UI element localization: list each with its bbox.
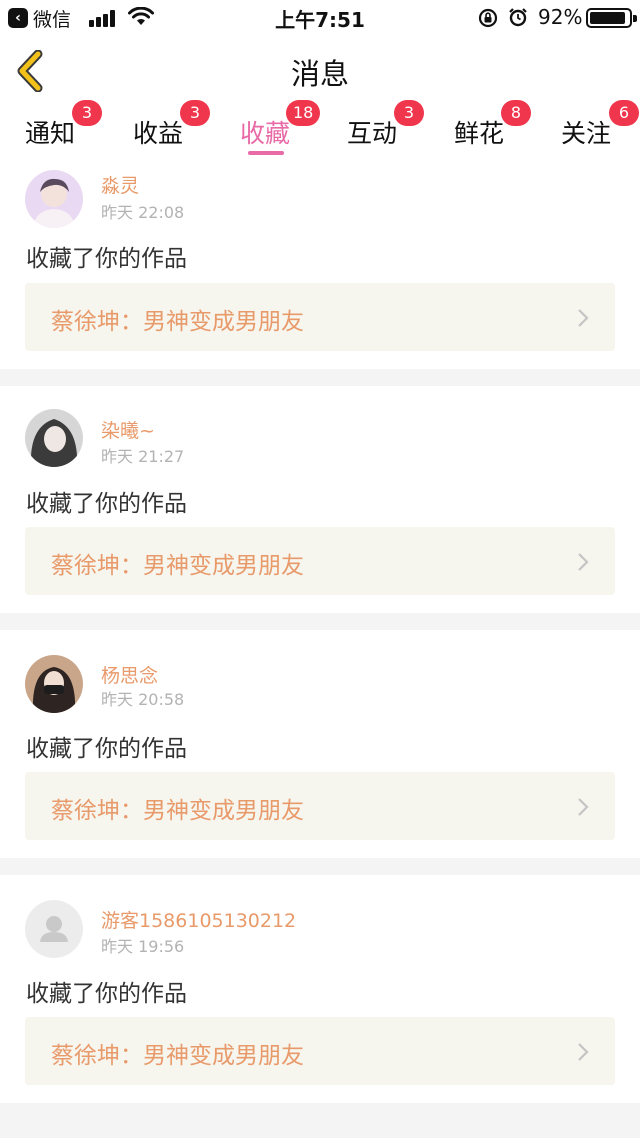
chevron-right-icon (578, 1043, 589, 1061)
page-title: 消息 (290, 57, 349, 91)
user-name[interactable]: 淼灵 (101, 171, 139, 198)
message-item: 淼灵 昨天 22:08 收藏了你的作品 蔡徐坤：男神变成男朋友 (0, 158, 640, 372)
tab-label: 收藏 (240, 119, 291, 148)
work-title: 蔡徐坤：男神变成男朋友 (51, 798, 304, 824)
avatar[interactable] (25, 409, 83, 467)
message-item: 游客1586105130212 昨天 19:56 收藏了你的作品 蔡徐坤：男神变… (0, 875, 640, 1103)
message-item: 杨思念 昨天 20:58 收藏了你的作品 蔡徐坤：男神变成男朋友 (0, 630, 640, 858)
tab-badge: 3 (394, 100, 424, 126)
tab-badge: 3 (72, 100, 102, 126)
message-text: 收藏了你的作品 (26, 491, 187, 517)
message-time: 昨天 22:08 (101, 203, 185, 222)
message-time: 昨天 21:27 (101, 447, 185, 466)
chevron-right-icon (578, 309, 589, 327)
battery-fill (590, 12, 625, 24)
rotation-lock-icon (478, 8, 498, 28)
tab-label: 通知 (25, 119, 76, 148)
status-bar: ‹ 微信 上午7:51 92% (0, 0, 640, 34)
avatar[interactable] (25, 170, 83, 228)
alarm-icon (509, 8, 527, 27)
tab-label: 关注 (561, 119, 612, 148)
work-title: 蔡徐坤：男神变成男朋友 (51, 1043, 304, 1069)
section-divider (0, 369, 640, 386)
work-title: 蔡徐坤：男神变成男朋友 (51, 309, 304, 335)
message-text: 收藏了你的作品 (26, 246, 187, 272)
work-link[interactable]: 蔡徐坤：男神变成男朋友 (25, 1017, 615, 1085)
section-divider (0, 613, 640, 630)
message-time: 昨天 19:56 (101, 937, 185, 956)
battery-percent: 92% (538, 5, 583, 29)
section-divider (0, 858, 640, 875)
work-title: 蔡徐坤：男神变成男朋友 (51, 553, 304, 579)
tab-badge: 8 (501, 100, 531, 126)
tab-label: 鲜花 (454, 119, 505, 148)
avatar[interactable] (25, 655, 83, 713)
message-tabs: 通知 3 收益 3 收藏 18 互动 3 鲜花 8 关注 6 (0, 100, 640, 158)
user-name[interactable]: 杨思念 (101, 661, 158, 688)
tab-label: 互动 (347, 119, 398, 148)
chevron-right-icon (578, 553, 589, 571)
work-link[interactable]: 蔡徐坤：男神变成男朋友 (25, 283, 615, 351)
tab-badge: 18 (286, 100, 321, 126)
section-divider (0, 1103, 640, 1138)
active-tab-indicator (248, 151, 284, 155)
user-name[interactable]: 染曦~ (101, 416, 155, 443)
work-link[interactable]: 蔡徐坤：男神变成男朋友 (25, 772, 615, 840)
chevron-right-icon (578, 798, 589, 816)
tab-badge: 3 (180, 100, 210, 126)
tab-badge: 6 (609, 100, 639, 126)
message-item: 染曦~ 昨天 21:27 收藏了你的作品 蔡徐坤：男神变成男朋友 (0, 386, 640, 613)
battery-icon (586, 8, 637, 28)
message-text: 收藏了你的作品 (26, 736, 187, 762)
message-text: 收藏了你的作品 (26, 981, 187, 1007)
work-link[interactable]: 蔡徐坤：男神变成男朋友 (25, 527, 615, 595)
navigation-bar: 消息 (0, 34, 640, 108)
message-time: 昨天 20:58 (101, 690, 185, 709)
tab-label: 收益 (133, 119, 184, 148)
user-name[interactable]: 游客1586105130212 (101, 906, 296, 933)
default-avatar-icon[interactable] (25, 900, 83, 958)
